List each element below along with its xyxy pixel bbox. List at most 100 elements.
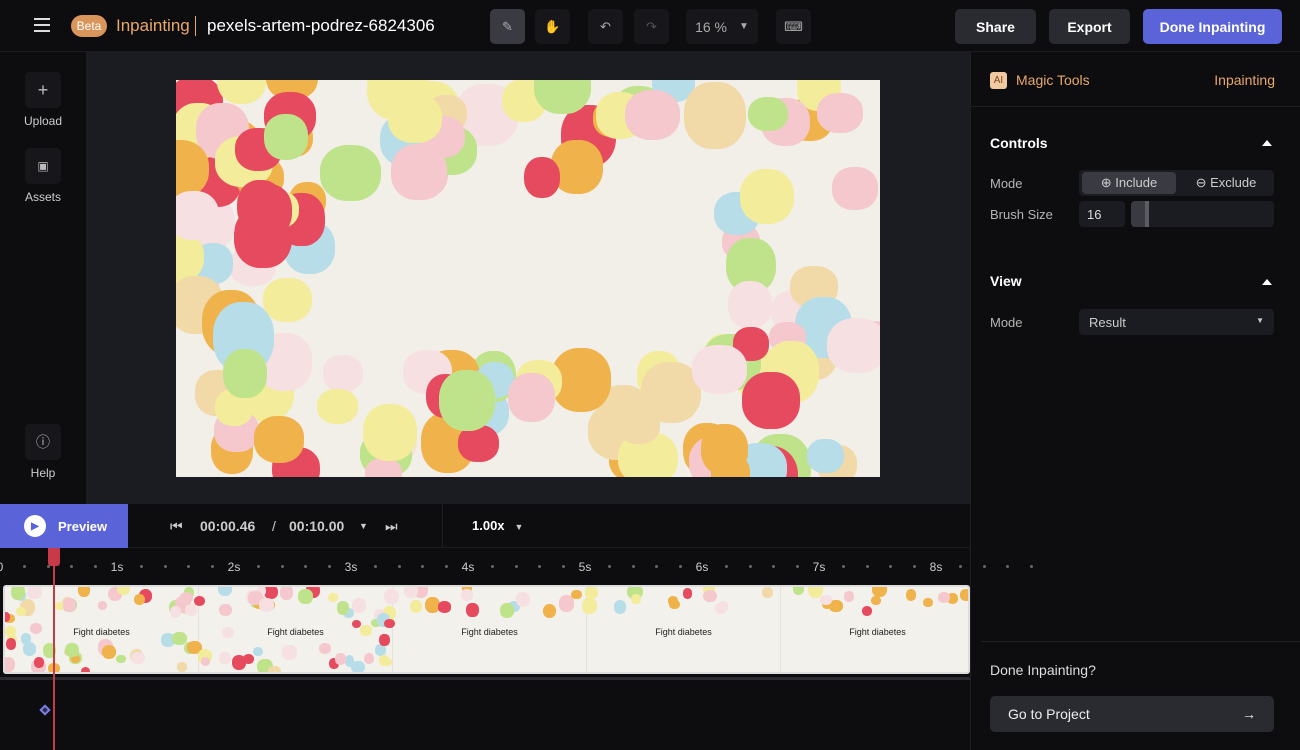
candy [177,662,187,672]
minus-circle-icon: ⊖ [1195,175,1211,190]
clip-thumbnail: Fight diabetes [193,587,399,672]
ruler-dot [912,565,916,568]
ruler-dot [678,565,682,568]
ruler-dot [795,565,799,568]
candy [362,403,417,461]
collapse-view-icon[interactable] [1262,279,1272,285]
video-frame-image[interactable] [176,80,880,477]
undo-button[interactable]: ↶ [588,9,623,44]
candy [116,587,131,595]
timeline-ruler[interactable]: 0 1s 2s 3s 4s 5s 6s 7s 8s [0,548,1033,585]
candy [761,587,774,598]
hamburger-icon[interactable] [34,18,50,32]
ruler-dot [304,565,308,568]
brush-size-label: Brush Size [990,207,1053,222]
candy [364,653,375,665]
playhead[interactable] [47,548,60,750]
speed-dropdown[interactable]: 1.00x ▼ [472,518,523,533]
include-button[interactable]: ⊕ Include [1082,172,1176,194]
track-divider [0,677,970,680]
candy [11,587,26,600]
candy [351,598,367,613]
file-name[interactable]: pexels-artem-podrez-6824306 [207,16,435,36]
ruler-dot [514,565,518,568]
view-mode-select[interactable]: Result ▼ [1079,309,1274,335]
speed-value: 1.00x [472,518,505,533]
sidebar-item-upload[interactable]: + Upload [0,72,86,128]
title-divider [195,16,196,36]
candy [571,589,582,600]
candy [409,599,422,614]
candy [624,90,681,140]
candy [826,318,880,374]
ruler-dot [748,565,752,568]
candy [582,598,597,614]
go-to-project-button[interactable]: Go to Project → [990,696,1274,732]
ruler-tick-label: 5s [578,560,592,574]
keyboard-shortcuts-button[interactable]: ⌨ [776,9,811,44]
video-clip-track[interactable]: Fight diabetes Fight diabetes Fight diabet… [3,585,970,674]
ruler-dot [1029,565,1033,568]
inpainting-subtitle: Inpainting [1214,72,1275,88]
ruler-dot [842,565,846,568]
candy [403,587,418,598]
play-icon: ▶ [24,515,46,537]
brush-tool-button[interactable]: ✎ [490,9,525,44]
arrow-right-icon: → [1242,706,1256,722]
playback-controls: ▶ Preview ⏮ 00:00.46 / 00:10.00 ▼ ⏭ 1.00x… [0,504,970,548]
candy [960,589,968,602]
candy [231,655,247,670]
skip-end-icon[interactable]: ⏭ [385,518,398,535]
sidebar-item-help[interactable]: ⓘ Help [0,424,86,480]
playhead-handle[interactable] [47,548,60,566]
candy [15,606,27,617]
candy [862,605,873,616]
sidebar-item-assets[interactable]: ▣ Assets [0,148,86,204]
ruler-dot [959,565,963,568]
ruler-dot [561,565,565,568]
ai-badge: AI [990,72,1007,89]
candy [223,348,267,398]
zoom-value: 16 % [695,18,727,35]
export-button[interactable]: Export [1049,9,1130,44]
candy [116,654,126,664]
mode-label: Mode [990,176,1023,191]
candy [439,370,496,432]
keyframe-marker[interactable] [39,704,51,716]
chevron-down-icon: ▼ [1256,316,1264,325]
share-button[interactable]: Share [955,9,1036,44]
candy [63,598,76,613]
candy [26,587,42,600]
candy [715,602,727,615]
candy [259,598,274,613]
view-heading: View [990,273,1022,289]
ruler-dot [70,565,74,568]
candy [832,166,878,210]
preview-button[interactable]: ▶ Preview [0,504,128,548]
exclude-button[interactable]: ⊖ Exclude [1179,172,1273,194]
ruler-tick-label: 7s [812,560,826,574]
candy [742,372,800,429]
candy [131,651,145,665]
ruler-dot [163,565,167,568]
slider-handle[interactable] [1145,201,1150,227]
ruler-dot [725,565,729,568]
ruler-dot [93,565,97,568]
candy [817,92,863,133]
done-inpainting-button[interactable]: Done Inpainting [1143,9,1282,44]
clip-text: Fight diabetes [849,627,906,637]
right-panel: AI Magic Tools Inpainting Controls Mode … [970,52,1300,750]
zoom-dropdown[interactable]: 16 % ▼ [686,9,758,44]
candy [218,587,232,597]
chevron-down-icon[interactable]: ▼ [359,521,368,531]
ruler-dot [655,565,659,568]
brush-size-input[interactable]: 16 [1079,201,1125,227]
redo-button[interactable]: ↷ [634,9,669,44]
sidebar-item-label: Upload [23,114,63,128]
candy [5,612,11,622]
clip-thumbnail: Fight diabetes [781,587,968,672]
brush-size-slider[interactable] [1131,201,1274,227]
hand-tool-button[interactable]: ✋ [535,9,570,44]
skip-start-icon[interactable]: ⏮ [170,518,183,535]
collapse-controls-icon[interactable] [1262,140,1272,146]
